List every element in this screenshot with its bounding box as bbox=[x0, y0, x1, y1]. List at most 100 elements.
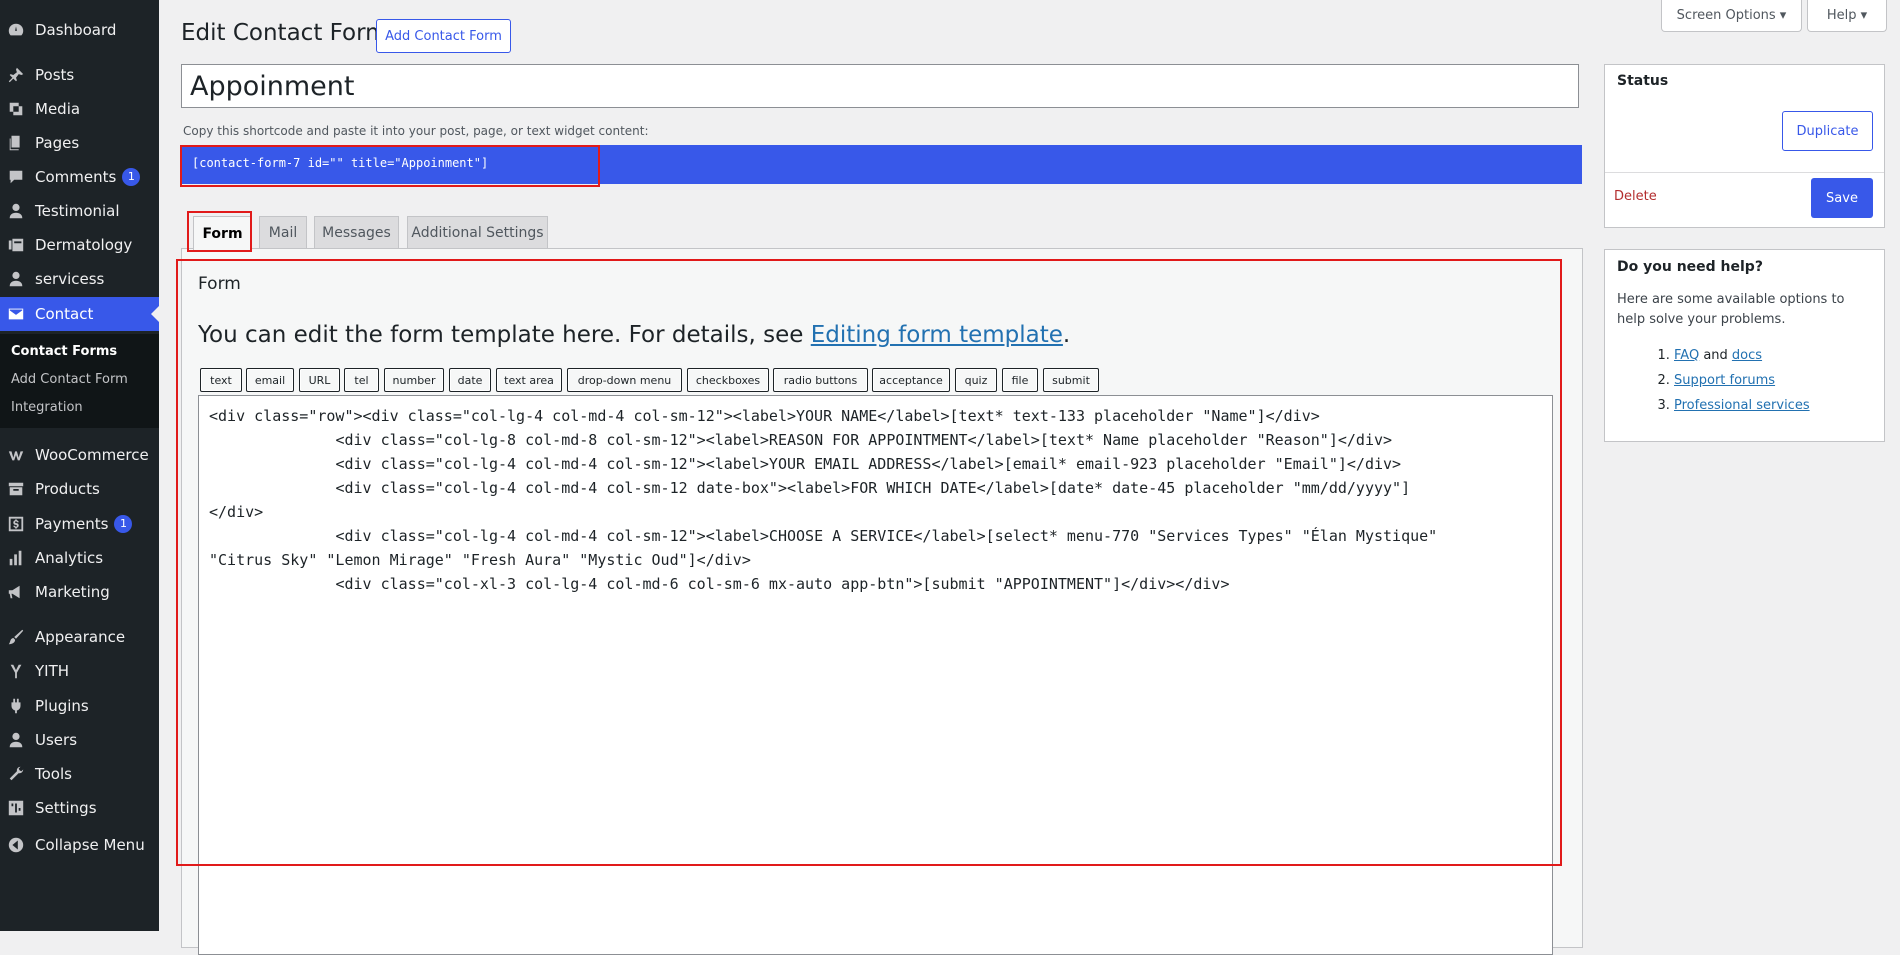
brush-icon bbox=[6, 627, 26, 647]
tag-button-submit[interactable]: submit bbox=[1043, 368, 1099, 392]
menu-servicess[interactable]: servicess bbox=[0, 262, 159, 296]
menu-yith[interactable]: YITH bbox=[0, 654, 159, 688]
admin-page-icon bbox=[6, 235, 26, 255]
editing-form-template-link[interactable]: Editing form template bbox=[811, 322, 1063, 348]
panel-lead-text: You can edit the form template here. For… bbox=[198, 322, 1070, 348]
help-button[interactable]: Help ▾ bbox=[1807, 0, 1887, 32]
tag-button-text[interactable]: text bbox=[200, 368, 242, 392]
menu-media[interactable]: Media bbox=[0, 92, 159, 126]
tag-button-tel[interactable]: tel bbox=[344, 368, 379, 392]
comment-icon bbox=[6, 167, 26, 187]
woocommerce-icon bbox=[6, 445, 26, 465]
tag-button-quiz[interactable]: quiz bbox=[955, 368, 997, 392]
menu-appearance[interactable]: Appearance bbox=[0, 620, 159, 654]
menu-label: Settings bbox=[35, 799, 97, 817]
menu-label: WooCommerce bbox=[35, 446, 149, 464]
help-list: FAQ and docs Support forums Professional… bbox=[1640, 343, 1810, 418]
menu-label: Dermatology bbox=[35, 236, 133, 254]
tab-mail[interactable]: Mail bbox=[259, 216, 307, 248]
tag-button-file[interactable]: file bbox=[1002, 368, 1038, 392]
menu-label: Contact bbox=[35, 305, 94, 323]
user-icon bbox=[6, 201, 26, 221]
yith-icon bbox=[6, 661, 26, 681]
form-template-editor[interactable]: <div class="row"><div class="col-lg-4 co… bbox=[198, 395, 1553, 955]
duplicate-button[interactable]: Duplicate bbox=[1782, 111, 1873, 151]
menu-label: Comments bbox=[35, 168, 117, 186]
lead-end: . bbox=[1062, 322, 1071, 348]
save-button[interactable]: Save bbox=[1811, 178, 1873, 218]
tag-button-textarea[interactable]: text area bbox=[496, 368, 562, 392]
faq-link[interactable]: FAQ bbox=[1674, 348, 1699, 363]
menu-woocommerce[interactable]: WooCommerce bbox=[0, 438, 159, 472]
pages-icon bbox=[6, 133, 26, 153]
tab-form[interactable]: Form bbox=[193, 216, 252, 250]
menu-comments[interactable]: Comments 1 bbox=[0, 160, 159, 194]
delete-link[interactable]: Delete bbox=[1614, 189, 1657, 204]
menu-label: YITH bbox=[35, 662, 70, 680]
tag-button-url[interactable]: URL bbox=[299, 368, 340, 392]
comments-count-badge: 1 bbox=[122, 168, 141, 186]
tag-button-email[interactable]: email bbox=[246, 368, 294, 392]
status-divider bbox=[1605, 172, 1884, 173]
wrench-icon bbox=[6, 764, 26, 784]
menu-label: Users bbox=[35, 731, 78, 749]
menu-contact[interactable]: Contact bbox=[0, 297, 159, 331]
menu-analytics[interactable]: Analytics bbox=[0, 541, 159, 575]
contact-submenu: Contact Forms Add Contact Form Integrati… bbox=[0, 334, 159, 428]
tab-additional-settings[interactable]: Additional Settings bbox=[407, 216, 548, 248]
menu-payments[interactable]: Payments 1 bbox=[0, 507, 159, 541]
add-contact-form-button[interactable]: Add Contact Form bbox=[376, 19, 511, 53]
menu-label: Plugins bbox=[35, 697, 89, 715]
email-icon bbox=[6, 304, 26, 324]
menu-users[interactable]: Users bbox=[0, 723, 159, 757]
media-icon bbox=[6, 99, 26, 119]
menu-label: Analytics bbox=[35, 549, 104, 567]
help-item-support: Support forums bbox=[1674, 368, 1810, 393]
menu-label: Dashboard bbox=[35, 21, 117, 39]
menu-dashboard[interactable]: Dashboard bbox=[0, 13, 159, 47]
submenu-add-contact-form[interactable]: Add Contact Form bbox=[11, 372, 128, 387]
form-title-input[interactable] bbox=[181, 64, 1579, 108]
menu-plugins[interactable]: Plugins bbox=[0, 689, 159, 723]
collapse-menu-button[interactable]: Collapse Menu bbox=[0, 828, 159, 862]
help-item-professional: Professional services bbox=[1674, 393, 1810, 418]
collapse-icon bbox=[6, 835, 26, 855]
menu-label: Products bbox=[35, 480, 100, 498]
dollar-icon bbox=[6, 514, 26, 534]
shortcode-text[interactable]: [contact-form-7 id="" title="Appoinment"… bbox=[192, 156, 488, 170]
tag-button-dropdown[interactable]: drop-down menu bbox=[567, 368, 682, 392]
tag-button-checkboxes[interactable]: checkboxes bbox=[687, 368, 769, 392]
help-text: Here are some available options to help … bbox=[1617, 292, 1845, 327]
payments-count-badge: 1 bbox=[114, 515, 133, 533]
submenu-integration[interactable]: Integration bbox=[11, 400, 83, 415]
docs-link[interactable]: docs bbox=[1732, 348, 1762, 363]
menu-label: Payments bbox=[35, 515, 109, 533]
menu-products[interactable]: Products bbox=[0, 472, 159, 506]
submenu-contact-forms[interactable]: Contact Forms bbox=[11, 344, 117, 359]
menu-label: Marketing bbox=[35, 583, 110, 601]
professional-services-link[interactable]: Professional services bbox=[1674, 398, 1810, 413]
menu-posts[interactable]: Posts bbox=[0, 58, 159, 92]
tag-button-number[interactable]: number bbox=[384, 368, 444, 392]
menu-tools[interactable]: Tools bbox=[0, 757, 159, 791]
dashboard-icon bbox=[6, 20, 26, 40]
status-title: Status bbox=[1617, 73, 1669, 89]
menu-settings[interactable]: Settings bbox=[0, 791, 159, 825]
help-and-text: and bbox=[1699, 348, 1732, 363]
chart-bar-icon bbox=[6, 548, 26, 568]
tag-button-date[interactable]: date bbox=[449, 368, 491, 392]
help-item-faq: FAQ and docs bbox=[1674, 343, 1810, 368]
menu-label: Testimonial bbox=[35, 202, 120, 220]
settings-icon bbox=[6, 798, 26, 818]
tag-button-radio[interactable]: radio buttons bbox=[773, 368, 868, 392]
menu-testimonial[interactable]: Testimonial bbox=[0, 194, 159, 228]
support-forums-link[interactable]: Support forums bbox=[1674, 373, 1775, 388]
lead-text: You can edit the form template here. For… bbox=[198, 322, 811, 348]
tag-button-acceptance[interactable]: acceptance bbox=[872, 368, 950, 392]
menu-marketing[interactable]: Marketing bbox=[0, 575, 159, 609]
menu-dermatology[interactable]: Dermatology bbox=[0, 228, 159, 262]
menu-label: Appearance bbox=[35, 628, 126, 646]
screen-options-button[interactable]: Screen Options ▾ bbox=[1661, 0, 1802, 32]
menu-pages[interactable]: Pages bbox=[0, 126, 159, 160]
tab-messages[interactable]: Messages bbox=[314, 216, 399, 248]
